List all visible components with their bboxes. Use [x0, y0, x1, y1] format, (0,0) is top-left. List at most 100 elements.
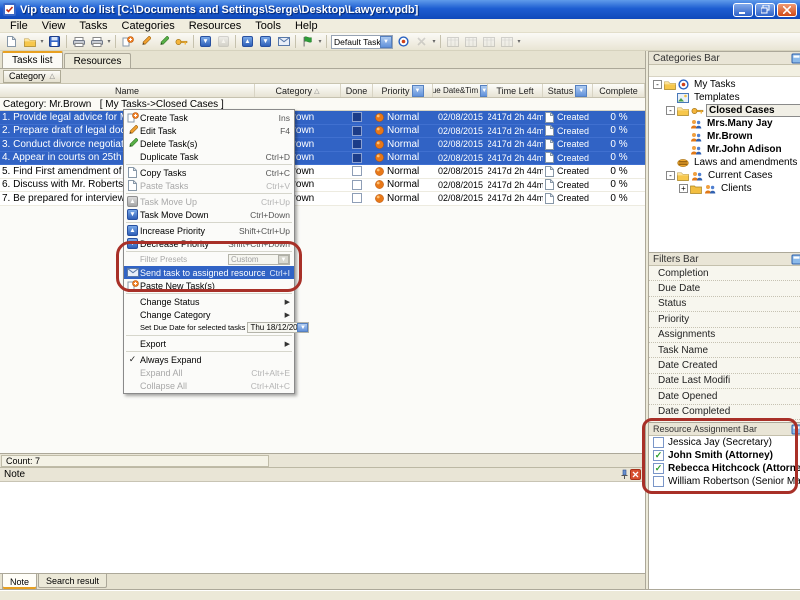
task-row[interactable]: 6. Discuss with Mr. Robertson the amMr.B…: [0, 179, 645, 193]
group-header-row[interactable]: Category: Mr.Brown [ My Tasks->Closed Ca…: [0, 98, 645, 111]
menu-item-copy-tasks[interactable]: Copy TasksCtrl+C: [124, 166, 294, 179]
task-row[interactable]: 4. Appear in courts on 25th of DecemMr.B…: [0, 152, 645, 166]
tree-item-mrs-many-jay[interactable]: Mrs.Many Jay: [649, 117, 800, 130]
delete-task-button[interactable]: [155, 34, 172, 50]
toolbar-overflow-icon[interactable]: ▾: [39, 38, 45, 45]
menu-item-paste-tasks[interactable]: Paste TasksCtrl+V: [124, 179, 294, 192]
resource-row[interactable]: ✓Rebecca Hitchcock (Attorney): [649, 462, 800, 475]
note-input[interactable]: [0, 482, 645, 574]
resource-checkbox[interactable]: [653, 437, 664, 448]
toolbar-overflow-icon[interactable]: ▾: [516, 38, 522, 45]
resource-checkbox[interactable]: [653, 476, 664, 487]
column-header-category[interactable]: Category△: [255, 84, 341, 97]
menu-item-export[interactable]: Export▶: [124, 337, 294, 350]
tab-note[interactable]: Note: [2, 574, 37, 590]
column-header-status[interactable]: Status▼: [543, 84, 593, 97]
done-checkbox[interactable]: [352, 126, 362, 136]
tree-item-my-tasks[interactable]: -My Tasks77: [649, 78, 800, 91]
task-row[interactable]: 1. Provide legal advice for Mr. BrownMr.…: [0, 111, 645, 125]
tree-item-laws-and-amendments[interactable]: Laws and amendments: [649, 156, 800, 169]
resource-row[interactable]: Jessica Jay (Secretary): [649, 436, 800, 449]
menu-item-delete-task-s-[interactable]: Delete Task(s): [124, 137, 294, 150]
menu-combo[interactable]: Thu 18/12/2008▼: [247, 322, 309, 333]
menu-tools[interactable]: Tools: [248, 20, 288, 32]
menu-item-task-move-up[interactable]: ▲Task Move UpCtrl+Up: [124, 195, 294, 208]
resource-checkbox[interactable]: ✓: [653, 463, 664, 474]
new-list-button[interactable]: [3, 34, 20, 50]
task-row[interactable]: 3. Conduct divorce negotiations with tMr…: [0, 138, 645, 152]
menu-item-set-due-date-for-selected-tasks[interactable]: Set Due Date for selected tasksThu 18/12…: [124, 321, 294, 334]
delete-view-button[interactable]: [413, 34, 430, 50]
increase-priority-button[interactable]: ▲: [239, 34, 256, 50]
menu-item-filter-presets[interactable]: Filter PresetsCustom▼: [124, 253, 294, 266]
tab-tasks-list[interactable]: Tasks list: [2, 51, 63, 68]
column-header-ue-date-tim[interactable]: ue Date&Tim▼: [433, 84, 488, 97]
menu-item-expand-all[interactable]: Expand AllCtrl+Alt+E: [124, 366, 294, 379]
minimize-button[interactable]: [733, 3, 753, 17]
task-row[interactable]: 5. Find First amendment of Bill Of RighM…: [0, 165, 645, 179]
filter-row-assignments[interactable]: Assignments▼: [649, 328, 800, 343]
tree-item-closed-cases[interactable]: -Closed Cases77: [649, 104, 800, 117]
toolbar-overflow-icon[interactable]: ▾: [106, 38, 112, 45]
filter-row-date-created[interactable]: Date Created▼: [649, 358, 800, 373]
apply-view-button[interactable]: [395, 34, 412, 50]
filter-dropdown-icon[interactable]: ▼: [575, 85, 587, 97]
task-move-up-button[interactable]: ▲: [215, 34, 232, 50]
menu-resources[interactable]: Resources: [182, 20, 249, 32]
filter-row-date-opened[interactable]: Date Opened▼: [649, 389, 800, 404]
column-header-priority[interactable]: Priority▼: [373, 84, 433, 97]
resource-checkbox[interactable]: ✓: [653, 450, 664, 461]
collapse-icon[interactable]: -: [666, 171, 675, 180]
collapse-icon[interactable]: -: [666, 106, 675, 115]
edit-task-button[interactable]: [137, 34, 154, 50]
close-button[interactable]: [777, 3, 797, 17]
assign-key-button[interactable]: [173, 34, 190, 50]
menu-item-change-category[interactable]: Change Category▶: [124, 308, 294, 321]
tab-search-result[interactable]: Search result: [38, 574, 107, 588]
filter-row-date-completed[interactable]: Date Completed▼: [649, 405, 800, 420]
menu-item-change-status[interactable]: Change Status▶: [124, 295, 294, 308]
menu-help[interactable]: Help: [288, 20, 325, 32]
done-checkbox[interactable]: [352, 166, 362, 176]
task-move-down-button[interactable]: ▼: [197, 34, 214, 50]
expand-icon[interactable]: +: [679, 184, 688, 193]
restore-button[interactable]: [755, 3, 775, 17]
filter-dropdown-icon[interactable]: ▼: [480, 85, 488, 97]
save-button[interactable]: [46, 34, 63, 50]
toolbar-overflow-icon[interactable]: ▾: [317, 38, 323, 45]
open-list-button[interactable]: [21, 34, 38, 50]
filter-row-due-date[interactable]: Due Date▼: [649, 281, 800, 296]
menu-item-duplicate-task[interactable]: Duplicate TaskCtrl+D: [124, 150, 294, 163]
menu-item-collapse-all[interactable]: Collapse AllCtrl+Alt+C: [124, 379, 294, 392]
filter-row-date-last-modifi[interactable]: Date Last Modifi▼: [649, 374, 800, 389]
menu-item-send-task-to-assigned-resource[interactable]: Send task to assigned resourceCtrl+I: [124, 266, 294, 279]
collapse-icon[interactable]: -: [653, 80, 662, 89]
decrease-priority-button[interactable]: ▼: [257, 34, 274, 50]
task-view-combo[interactable]: Default Task V▼: [331, 35, 393, 49]
print-button[interactable]: [70, 34, 87, 50]
create-task-button[interactable]: [119, 34, 136, 50]
group-by-chip[interactable]: Category△: [3, 70, 61, 83]
float-panel-icon[interactable]: [791, 424, 800, 435]
done-checkbox[interactable]: [352, 153, 362, 163]
column-header-time-left[interactable]: Time Left: [488, 84, 543, 97]
filter-row-status[interactable]: Status▼: [649, 297, 800, 312]
toolbar-overflow-icon[interactable]: ▾: [431, 38, 437, 45]
done-checkbox[interactable]: [352, 193, 362, 203]
menu-item-increase-priority[interactable]: ▲Increase PriorityShift+Ctrl+Up: [124, 224, 294, 237]
tree-item-current-cases[interactable]: -Current Cases: [649, 169, 800, 182]
tree-item-mr-john-adison[interactable]: Mr.John Adison: [649, 143, 800, 156]
pin-icon[interactable]: [619, 469, 630, 480]
float-panel-icon[interactable]: [791, 53, 800, 64]
menu-tasks[interactable]: Tasks: [72, 20, 114, 32]
menu-item-create-task[interactable]: Create TaskIns: [124, 111, 294, 124]
menu-file[interactable]: File: [3, 20, 35, 32]
column-header-done[interactable]: Done: [341, 84, 373, 97]
menu-item-task-move-down[interactable]: ▼Task Move DownCtrl+Down: [124, 208, 294, 221]
flag-button[interactable]: [299, 34, 316, 50]
grid-view-3-button[interactable]: [480, 34, 497, 50]
filter-dropdown-icon[interactable]: ▼: [412, 85, 424, 97]
resource-row[interactable]: William Robertson (Senior Manager): [649, 475, 800, 488]
menu-categories[interactable]: Categories: [115, 20, 182, 32]
print-preview-button[interactable]: [88, 34, 105, 50]
